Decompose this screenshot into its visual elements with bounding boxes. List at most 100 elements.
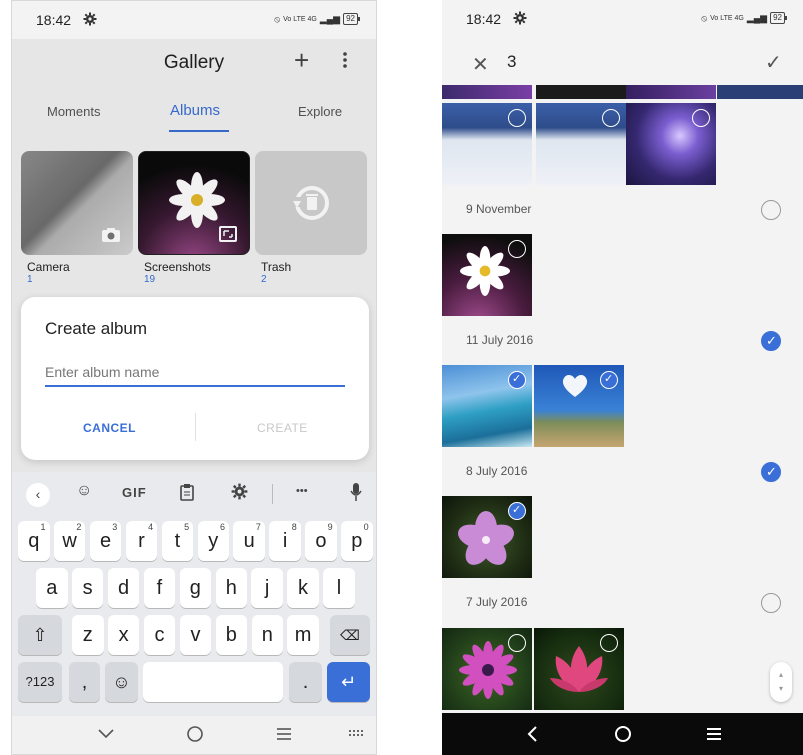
key-l[interactable]: l — [323, 568, 355, 608]
chevron-down-icon[interactable] — [98, 729, 114, 739]
confirm-check-icon[interactable]: ✓ — [765, 50, 782, 75]
key-x[interactable]: x — [107, 615, 140, 655]
key-d[interactable]: d — [107, 568, 140, 608]
period-key[interactable]: . — [289, 662, 322, 702]
key-i[interactable]: i8 — [269, 521, 301, 561]
button-divider — [195, 413, 196, 441]
cancel-button[interactable]: CANCEL — [83, 421, 136, 435]
symbols-key[interactable]: ?123 — [18, 662, 62, 702]
fast-scroll-handle[interactable]: ▴ ▾ — [770, 662, 792, 702]
photo-select-circle[interactable] — [508, 109, 526, 127]
photo-thumbnail[interactable] — [536, 85, 626, 99]
home-circle-icon[interactable] — [614, 725, 632, 743]
enter-key[interactable]: ↵ — [327, 662, 370, 702]
key-z[interactable]: z — [72, 615, 104, 655]
sticker-icon[interactable]: ☺ — [76, 482, 92, 500]
create-album-dialog: Create album CANCEL CREATE — [21, 297, 369, 460]
key-b[interactable]: b — [215, 615, 248, 655]
key-p[interactable]: p0 — [341, 521, 373, 561]
emoji-key[interactable]: ☺ — [105, 662, 138, 702]
network-label: Vo LTE 4G — [283, 15, 317, 23]
key-k[interactable]: k — [287, 568, 319, 608]
photo-thumbnail[interactable] — [717, 85, 803, 99]
recents-icon[interactable] — [706, 727, 722, 741]
key-m[interactable]: m — [287, 615, 319, 655]
photo-select-circle[interactable] — [692, 109, 710, 127]
photo-thumbnail[interactable] — [442, 234, 532, 316]
settings-gear-icon[interactable] — [231, 483, 248, 500]
key-w[interactable]: w2 — [53, 521, 86, 561]
more-dots-button[interactable]: ••• — [296, 485, 308, 497]
section-date: 8 July 2016 — [466, 464, 528, 478]
key-t[interactable]: t5 — [161, 521, 194, 561]
photo-thumbnail[interactable] — [534, 365, 624, 447]
section-select-circle[interactable] — [761, 331, 781, 351]
home-circle-icon[interactable] — [186, 725, 204, 743]
key-number-hint: 0 — [363, 522, 369, 532]
key-c[interactable]: c — [143, 615, 176, 655]
key-n[interactable]: n — [251, 615, 283, 655]
photo-thumbnail[interactable] — [534, 628, 624, 710]
section-select-circle[interactable] — [761, 462, 781, 482]
key-letter: y — [208, 530, 219, 552]
backspace-key[interactable]: ⌫ — [330, 615, 370, 655]
key-y[interactable]: y6 — [197, 521, 229, 561]
key-letter: q — [28, 530, 40, 552]
key-j[interactable]: j — [251, 568, 283, 608]
shift-key[interactable]: ⇧ — [18, 615, 62, 655]
photo-select-circle[interactable] — [600, 634, 618, 652]
date-section-header: 8 July 2016 — [442, 462, 803, 482]
recents-icon[interactable] — [276, 727, 292, 741]
status-time: 18:42 — [466, 11, 502, 27]
gif-button[interactable]: GIF — [122, 485, 147, 500]
key-letter: u — [243, 530, 255, 552]
key-number-hint: 6 — [219, 522, 225, 532]
close-icon[interactable]: ✕ — [472, 52, 489, 77]
section-select-circle[interactable] — [761, 200, 781, 220]
key-v[interactable]: v — [179, 615, 212, 655]
key-g[interactable]: g — [179, 568, 212, 608]
microphone-icon[interactable] — [350, 482, 362, 502]
key-f[interactable]: f — [143, 568, 176, 608]
album-name-input[interactable] — [45, 359, 345, 387]
key-u[interactable]: u7 — [233, 521, 265, 561]
photo-thumbnail[interactable] — [626, 103, 716, 185]
back-chevron-icon[interactable] — [527, 726, 537, 742]
key-letter: e — [99, 530, 112, 552]
key-q[interactable]: q1 — [18, 521, 50, 561]
photo-select-circle[interactable] — [508, 240, 526, 258]
key-number-hint: 2 — [76, 522, 82, 532]
vibrate-icon: ⦸ — [701, 12, 708, 23]
date-section-header: 9 November — [442, 200, 803, 220]
clipboard-icon[interactable] — [180, 483, 194, 501]
photo-select-circle[interactable] — [508, 634, 526, 652]
photo-select-circle[interactable] — [508, 502, 526, 520]
photo-select-circle[interactable] — [602, 109, 620, 127]
photo-thumbnail[interactable] — [626, 85, 716, 99]
photo-thumbnail[interactable] — [442, 103, 532, 185]
create-button[interactable]: CREATE — [257, 421, 308, 435]
key-o[interactable]: o9 — [305, 521, 337, 561]
key-h[interactable]: h — [215, 568, 247, 608]
photo-select-circle[interactable] — [508, 371, 526, 389]
spacebar-key[interactable] — [143, 662, 283, 702]
photo-thumbnail[interactable] — [536, 103, 626, 185]
key-r[interactable]: r4 — [125, 521, 158, 561]
chevron-left-icon[interactable]: ‹ — [26, 483, 50, 507]
section-select-circle[interactable] — [761, 593, 781, 613]
key-letter: w — [62, 530, 77, 552]
photo-thumbnail[interactable] — [442, 496, 532, 578]
photo-select-circle[interactable] — [600, 371, 618, 389]
photo-thumbnail[interactable] — [442, 365, 532, 447]
key-a[interactable]: a — [36, 568, 68, 608]
comma-key[interactable]: , — [69, 662, 100, 702]
key-e[interactable]: e3 — [89, 521, 122, 561]
key-number-hint: 5 — [184, 522, 190, 532]
photo-thumbnail[interactable] — [442, 628, 532, 710]
photo-thumbnail[interactable] — [442, 85, 532, 99]
section-date: 7 July 2016 — [466, 595, 528, 609]
key-s[interactable]: s — [71, 568, 104, 608]
key-letter: p — [351, 530, 363, 552]
dialog-title: Create album — [45, 319, 148, 338]
keyboard-switch-icon[interactable] — [348, 728, 366, 740]
